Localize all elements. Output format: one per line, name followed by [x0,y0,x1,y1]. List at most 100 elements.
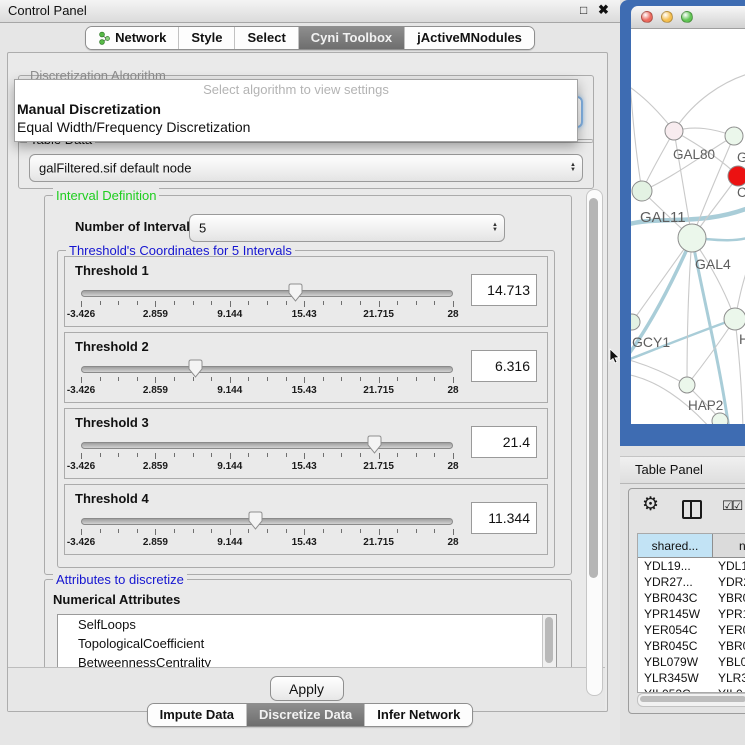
table-row[interactable]: YBR045CYBR0 [638,638,745,654]
zoom-traffic-light-icon[interactable] [681,11,693,23]
network-edge [632,238,692,322]
slider-tick [304,377,305,383]
slider-tick-label: 9.144 [217,537,242,548]
close-traffic-light-icon[interactable] [641,11,653,23]
slider-tick-label: 28 [447,309,458,320]
algorithm-dropdown-popup: Select algorithm to view settings Manual… [14,79,578,142]
table-row[interactable]: YPR145WYPR1 [638,606,745,622]
cell-name: YDR2 [712,574,745,590]
checkbox-icons[interactable]: ☑☑ [722,498,741,514]
slider-tick-label: 21.715 [363,385,394,396]
slider-tick [155,529,156,535]
slider-handle[interactable] [248,511,263,530]
network-node[interactable] [728,166,745,186]
threshold-slider-3[interactable]: -3.4262.8599.14415.4321.71528 [81,433,453,475]
slider-tick [453,377,454,383]
numerical-attributes-list[interactable]: SelfLoopsTopologicalCoefficientBetweenne… [57,614,557,667]
top-tab-cyni-toolbox[interactable]: Cyni Toolbox [298,27,404,49]
cell-name: YDL1 [712,558,745,574]
slider-tick [379,529,380,535]
network-node[interactable] [678,224,706,252]
float-window-icon[interactable]: □ [580,3,587,17]
attribute-item-topologicalcoefficient[interactable]: TopologicalCoefficient [58,634,556,653]
close-icon[interactable]: ✖ [598,2,609,18]
bottom-tab-discretize-data[interactable]: Discretize Data [246,704,364,726]
slider-handle[interactable] [367,435,382,454]
gear-icon[interactable]: ⚙ [642,494,659,516]
slider-tick-label: 28 [447,461,458,472]
slider-tick [286,301,287,305]
table-row[interactable]: YDR27...YDR2 [638,574,745,590]
apply-button[interactable]: Apply [270,676,344,701]
slider-tick [137,377,138,381]
slider-tick [416,453,417,457]
table-rows: YDL19...YDL1YDR27...YDR2YBR043CYBR0YPR14… [638,558,745,693]
slider-handle[interactable] [188,359,203,378]
table-row[interactable]: YBR043CYBR0 [638,590,745,606]
scrollbar-thumb[interactable] [545,617,553,663]
top-tab-network[interactable]: Network [86,27,178,49]
split-columns-icon[interactable] [682,500,702,519]
slider-tick [286,453,287,457]
network-node[interactable] [665,122,683,140]
bottom-tab-impute-data[interactable]: Impute Data [148,704,246,726]
network-node[interactable] [724,308,745,330]
network-node[interactable] [712,413,728,424]
table-row[interactable]: YLR345WYLR3 [638,670,745,686]
top-tab-label: Style [191,27,222,49]
threshold-panels: Threshold 1-3.4262.8599.14415.4321.71528… [58,256,554,555]
table-data-combobox[interactable]: galFiltered.sif default node [29,154,583,182]
network-view-canvas[interactable]: GAL80GAGAL11CGAL4GCY1HHAP2 [631,29,745,424]
table-row[interactable]: YDL19...YDL1 [638,558,745,574]
slider-tick [193,301,194,305]
attribute-item-betweennesscentrality[interactable]: BetweennessCentrality [58,653,556,667]
table-horizontal-scrollbar[interactable] [637,693,745,707]
threshold-value-field[interactable]: 21.4 [471,426,537,458]
slider-handle[interactable] [288,283,303,302]
threshold-label: Threshold 4 [75,491,149,506]
panel-vertical-scrollbar[interactable] [586,189,603,696]
algorithm-option-manual-discretization[interactable]: Manual Discretization [15,100,577,118]
threshold-value-field[interactable]: 6.316 [471,350,537,382]
top-tab-style[interactable]: Style [178,27,234,49]
scrollbar-thumb[interactable] [589,198,598,578]
slider-tick [434,377,435,381]
algorithm-popup-prompt: Select algorithm to view settings [15,80,577,100]
number-of-intervals-combobox[interactable]: 5 [189,214,505,242]
slider-tick [341,453,342,457]
node-attribute-table[interactable]: shared... na YDL19...YDL1YDR27...YDR2YBR… [637,533,745,693]
network-node[interactable] [679,377,695,393]
cell-shared-name: YDL19... [638,558,712,574]
column-header-shared-name[interactable]: shared... [638,534,713,558]
bottom-tab-label: Discretize Data [259,704,352,726]
slider-tick-label: -3.426 [67,309,95,320]
attributes-list-scrollbar[interactable] [542,615,556,667]
attribute-item-selfloops[interactable]: SelfLoops [58,615,556,634]
threshold-slider-4[interactable]: -3.4262.8599.14415.4321.71528 [81,509,453,551]
minimize-traffic-light-icon[interactable] [661,11,673,23]
network-node[interactable] [725,127,743,145]
network-node[interactable] [632,181,652,201]
column-header-name[interactable]: na [713,534,745,558]
bottom-tab-infer-network[interactable]: Infer Network [364,704,472,726]
table-row[interactable]: YER054CYER0 [638,622,745,638]
network-node[interactable] [631,314,640,330]
cell-name: YPR1 [712,606,745,622]
slider-tick [155,453,156,459]
slider-tick [174,529,175,533]
table-row[interactable]: YIL052CYIL0 [638,686,745,693]
threshold-value-field[interactable]: 11.344 [471,502,537,534]
slider-tick-label: 9.144 [217,385,242,396]
top-tab-select[interactable]: Select [234,27,297,49]
top-tab-label: jActiveMNodules [417,27,522,49]
threshold-slider-2[interactable]: -3.4262.8599.14415.4321.71528 [81,357,453,399]
threshold-value-field[interactable]: 14.713 [471,274,537,306]
algorithm-option-equal-width-frequency-discretization[interactable]: Equal Width/Frequency Discretization [15,118,577,136]
table-row[interactable]: YBL079WYBL0 [638,654,745,670]
top-tab-jactivemnodules[interactable]: jActiveMNodules [404,27,534,49]
slider-tick [118,301,119,305]
scrollbar-thumb[interactable] [640,696,745,702]
slider-tick-label: 15.43 [292,537,317,548]
slider-track [81,366,453,373]
threshold-slider-1[interactable]: -3.4262.8599.14415.4321.71528 [81,281,453,323]
